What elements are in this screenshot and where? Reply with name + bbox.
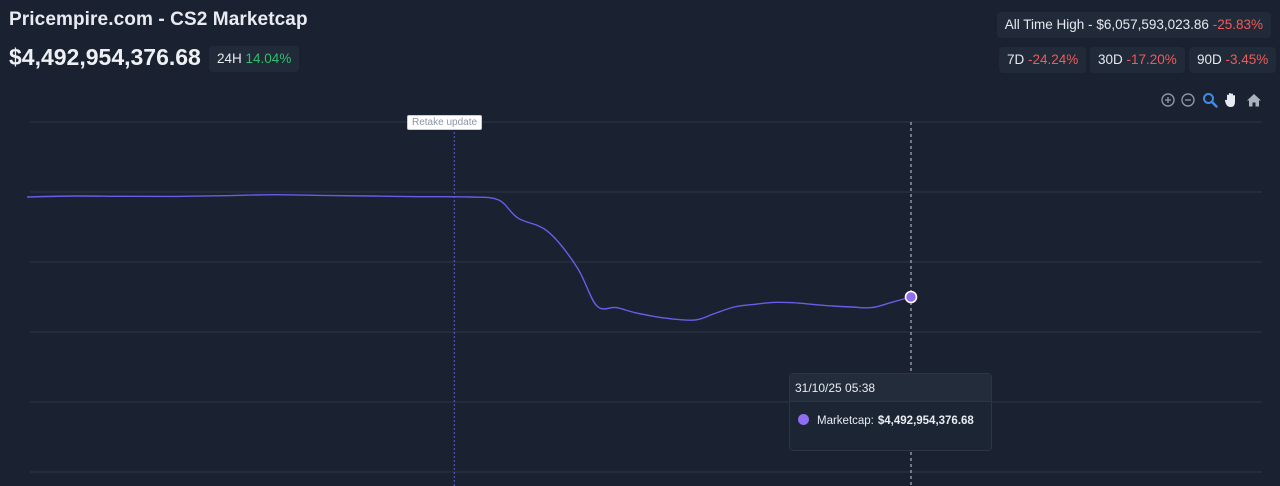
- series-line-marketcap: [26, 193, 912, 321]
- tooltip-series-label: Marketcap:: [817, 415, 874, 427]
- tooltip-row: Marketcap: $4,492,954,376.68: [798, 414, 974, 427]
- hover-point-marker: [904, 290, 918, 304]
- tooltip-series-marker: [798, 414, 809, 425]
- marketcap-line-chart[interactable]: [0, 0, 1280, 486]
- tooltip-value: $4,492,954,376.68: [877, 415, 974, 427]
- chart-tooltip: 31/10/25 05:38 Marketcap: $4,492,954,376.…: [789, 373, 992, 451]
- tooltip-date: 31/10/25 05:38: [790, 374, 991, 402]
- annotation-retake-update: Retake update: [407, 115, 483, 130]
